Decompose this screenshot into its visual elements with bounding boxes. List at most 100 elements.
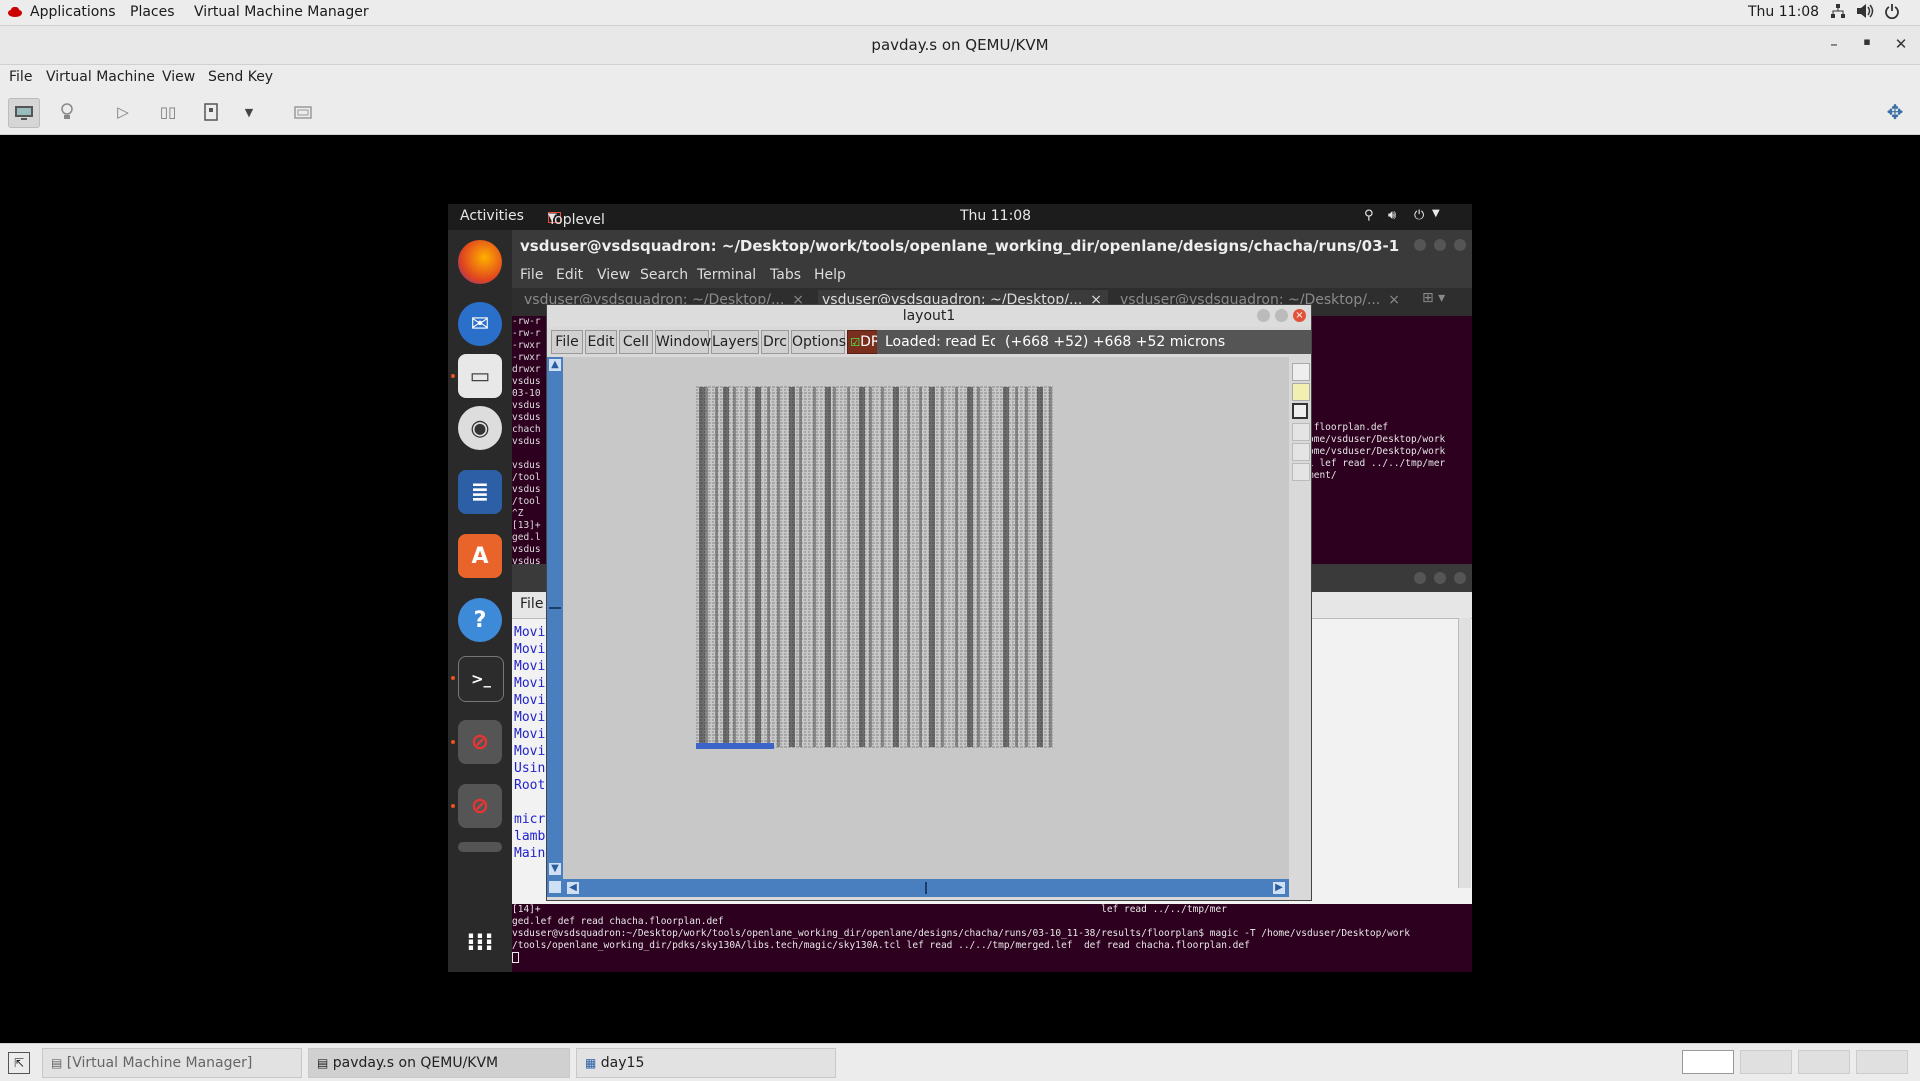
- show-apps-grid-icon[interactable]: ⁝⁝⁝: [458, 920, 502, 964]
- magic-menu-file[interactable]: File: [551, 330, 583, 354]
- zoom-box-icon[interactable]: [549, 881, 561, 893]
- magic-menu-cell[interactable]: Cell: [619, 330, 653, 354]
- files-icon[interactable]: ▭: [458, 354, 502, 398]
- menu-send-key[interactable]: Send Key: [208, 69, 273, 85]
- partial-app-icon[interactable]: [458, 842, 502, 852]
- bg-maximize-icon[interactable]: [1434, 572, 1446, 584]
- menu-view[interactable]: View: [162, 69, 195, 85]
- magic-minimize-icon[interactable]: [1257, 309, 1270, 322]
- task-qemu[interactable]: ▤ pavday.s on QEMU/KVM: [308, 1048, 570, 1078]
- terminal-minimize-icon[interactable]: [1414, 239, 1426, 251]
- palette-box[interactable]: [1292, 403, 1308, 419]
- vscroll-thumb[interactable]: [549, 607, 561, 609]
- workspace-3[interactable]: [1798, 1050, 1850, 1074]
- console-button[interactable]: [8, 98, 40, 128]
- magic-menu-options[interactable]: Options: [791, 330, 846, 354]
- network-icon[interactable]: [1830, 3, 1846, 23]
- power-icon[interactable]: [1884, 3, 1900, 23]
- close-icon[interactable]: ✕: [1890, 35, 1912, 53]
- blocked-app-icon[interactable]: ⊘: [458, 720, 502, 764]
- new-tab-icon[interactable]: ⊞ ▾: [1422, 290, 1462, 314]
- term-menu-help[interactable]: Help: [814, 267, 846, 283]
- scroll-down-icon[interactable]: ▼: [549, 863, 561, 875]
- help-icon[interactable]: ?: [458, 598, 502, 642]
- magic-vertical-scrollbar[interactable]: ▲ ▼: [547, 357, 563, 897]
- magic-horizontal-scrollbar[interactable]: ◀ ▶: [563, 879, 1289, 897]
- cell-column: [767, 387, 770, 747]
- workspace-1[interactable]: [1682, 1050, 1734, 1074]
- volume-icon[interactable]: [1856, 3, 1874, 23]
- vm-window-title: pavday.s on QEMU/KVM: [871, 36, 1049, 54]
- terminal-close-icon[interactable]: [1454, 239, 1466, 251]
- palette-box[interactable]: [1292, 383, 1310, 401]
- firefox-icon[interactable]: [458, 240, 502, 284]
- scroll-left-icon[interactable]: ◀: [567, 882, 579, 894]
- vmm-menu[interactable]: Virtual Machine Manager: [194, 4, 369, 20]
- io-pin-strip: [696, 743, 774, 749]
- places-menu[interactable]: Places: [130, 4, 175, 20]
- task-day15[interactable]: ▦ day15: [576, 1048, 836, 1078]
- blocked-app-icon[interactable]: ⊘: [458, 784, 502, 828]
- scroll-up-icon[interactable]: ▲: [549, 359, 561, 371]
- activities-button[interactable]: Activities: [460, 208, 524, 224]
- menu-file[interactable]: File: [9, 69, 32, 85]
- writer-icon[interactable]: ≣: [458, 470, 502, 514]
- guest-display[interactable]: Activities Toplevel ▼ Thu 11:08 ⚲ 🔊︎ ⏻ ▼…: [448, 204, 1472, 972]
- magic-layout-canvas[interactable]: [563, 357, 1289, 879]
- magic-menu-window[interactable]: Window: [655, 330, 711, 354]
- pause-icon[interactable]: ▯▯: [153, 98, 183, 126]
- task-vmm[interactable]: ▤ [Virtual Machine Manager]: [42, 1048, 302, 1078]
- details-bulb-icon[interactable]: [52, 98, 82, 126]
- output-line: ged.lef def read chacha.floorplan.def: [512, 916, 724, 927]
- snapshot-icon[interactable]: [288, 98, 318, 126]
- magic-maximize-icon[interactable]: [1275, 309, 1288, 322]
- term-menu-view[interactable]: View: [597, 267, 630, 283]
- minimize-icon[interactable]: –: [1823, 35, 1845, 53]
- guest-clock[interactable]: Thu 11:08: [960, 208, 1031, 224]
- term-menu-edit[interactable]: Edit: [556, 267, 583, 283]
- bg-minimize-icon[interactable]: [1414, 572, 1426, 584]
- guest-accessibility-icon[interactable]: ⚲: [1364, 208, 1374, 223]
- fullscreen-icon[interactable]: ✥: [1880, 98, 1910, 126]
- shutdown-dropdown-icon[interactable]: ▼: [234, 98, 264, 126]
- palette-box[interactable]: [1292, 463, 1310, 481]
- output-line: ment/: [1308, 470, 1337, 481]
- show-desktop-icon[interactable]: ⇱: [8, 1052, 30, 1074]
- guest-power-icon[interactable]: ⏻: [1414, 208, 1424, 223]
- magic-layout-window[interactable]: layout1 × File Edit Cell Window Layers D…: [546, 304, 1312, 901]
- term-menu-tabs[interactable]: Tabs: [770, 267, 801, 283]
- magic-menu-edit[interactable]: Edit: [585, 330, 617, 354]
- magic-close-icon[interactable]: ×: [1293, 309, 1306, 322]
- shutdown-icon[interactable]: [196, 98, 226, 126]
- palette-box[interactable]: [1292, 363, 1310, 381]
- workspace-2[interactable]: [1740, 1050, 1792, 1074]
- guest-volume-icon[interactable]: 🔊︎: [1388, 208, 1396, 223]
- maximize-icon[interactable]: ▪: [1856, 35, 1878, 48]
- output-line: ome/vsduser/Desktop/work: [1308, 446, 1446, 457]
- applications-menu[interactable]: Applications: [30, 4, 116, 20]
- menu-virtual-machine[interactable]: Virtual Machine: [46, 69, 155, 85]
- thunderbird-icon[interactable]: ✉: [458, 302, 502, 346]
- term-menu-terminal[interactable]: Terminal: [697, 267, 756, 283]
- tab-close-icon[interactable]: ×: [1388, 292, 1400, 308]
- magic-menu-layers[interactable]: Layers: [711, 330, 759, 354]
- rhythmbox-icon[interactable]: ◉: [458, 406, 502, 450]
- terminal-icon[interactable]: >_: [458, 656, 504, 702]
- bg-window-scrollbar[interactable]: [1458, 618, 1471, 888]
- software-center-icon[interactable]: A: [458, 534, 502, 578]
- host-clock[interactable]: Thu 11:08: [1748, 4, 1819, 20]
- palette-box[interactable]: [1292, 443, 1310, 461]
- bg-close-icon[interactable]: [1454, 572, 1466, 584]
- run-icon[interactable]: ▷: [108, 98, 138, 126]
- workspace-4[interactable]: [1856, 1050, 1908, 1074]
- magic-menu-drc[interactable]: Drc: [761, 330, 789, 354]
- palette-box[interactable]: [1292, 423, 1310, 441]
- term-menu-file[interactable]: File: [520, 267, 543, 283]
- hscroll-thumb[interactable]: [925, 882, 927, 894]
- cell-column: [813, 387, 816, 747]
- guest-power-chevron-icon[interactable]: ▼: [1432, 208, 1440, 219]
- scroll-right-icon[interactable]: ▶: [1273, 882, 1285, 894]
- term-menu-search[interactable]: Search: [640, 267, 688, 283]
- bg-menu-file[interactable]: File: [520, 596, 543, 612]
- terminal-maximize-icon[interactable]: [1434, 239, 1446, 251]
